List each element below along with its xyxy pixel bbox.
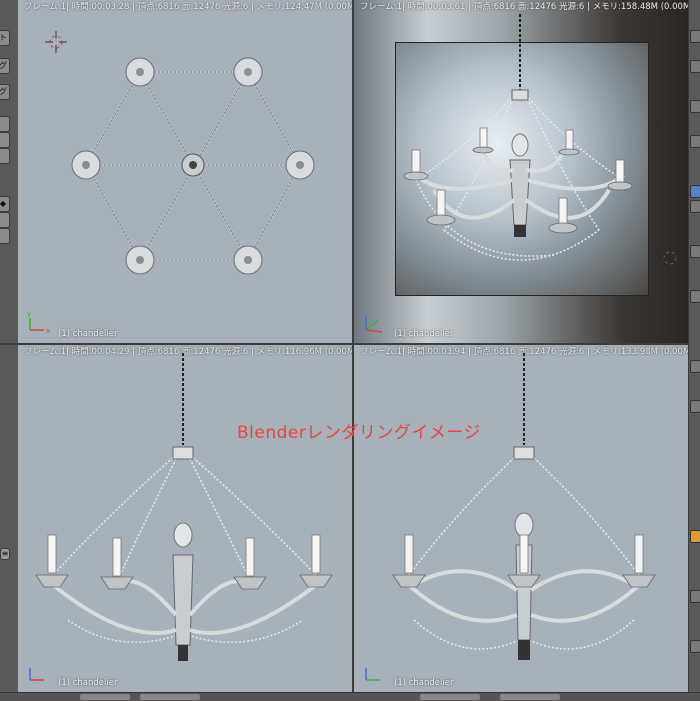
viewport-side-view[interactable]: フレーム:1| 時間:00:03.94 | 頂点:6816 面:12476 光源… (354, 345, 688, 692)
tool-button[interactable] (0, 228, 10, 244)
viewport-splitter-horizontal[interactable] (0, 343, 700, 345)
object-name-label: (1) chandelier (394, 329, 454, 339)
render-stats-header: フレーム:1| 時間:00:03.61 | 頂点:6816 面:12476 光源… (360, 2, 688, 12)
toolbar-button[interactable] (690, 60, 700, 73)
object-name-label: (1) chandelier (58, 329, 118, 339)
toolbar-button[interactable] (690, 590, 700, 603)
render-caption: Blenderレンダリングイメージ (237, 423, 482, 443)
tool-button[interactable] (0, 212, 10, 228)
viewport-splitter-vertical[interactable] (352, 0, 354, 700)
header-menu-button[interactable] (80, 694, 130, 700)
svg-text:y: y (27, 310, 31, 318)
svg-text:x: x (46, 327, 50, 335)
toolbar-button[interactable] (690, 200, 700, 213)
object-name-label: (1) chandelier (58, 678, 118, 688)
tool-button[interactable]: ト (0, 30, 10, 46)
object-name-label: (1) chandelier (394, 678, 454, 688)
left-tool-strip: ト グ グ ◆ ≡ (0, 0, 19, 700)
tool-button[interactable] (0, 148, 10, 164)
toolbar-button[interactable] (690, 135, 700, 148)
toolbar-button[interactable] (690, 360, 700, 373)
toolbar-button[interactable] (690, 100, 700, 113)
header-menu-button[interactable] (140, 694, 200, 700)
header-menu-button[interactable] (500, 694, 560, 700)
3d-cursor-icon (45, 31, 67, 53)
toolbar-button[interactable] (690, 245, 700, 258)
tool-button[interactable] (0, 132, 10, 148)
chandelier-front-view (29, 353, 333, 681)
toolbar-button[interactable] (690, 185, 700, 198)
toolbar-button[interactable] (690, 640, 700, 653)
viewport-camera-render[interactable]: フレーム:1| 時間:00:03.61 | 頂点:6816 面:12476 光源… (354, 0, 688, 343)
toolbar-button[interactable] (690, 290, 700, 303)
candle (404, 534, 644, 574)
chandelier-rendered (365, 14, 681, 333)
3d-cursor-icon (659, 247, 681, 269)
tool-button[interactable] (0, 116, 10, 132)
chandelier-top-view: x y (27, 31, 315, 335)
toolbar-button[interactable] (690, 400, 700, 413)
tool-button[interactable]: グ (0, 58, 10, 74)
viewport-top-view[interactable]: フレーム:1| 時間:00:03.28 | 頂点:6816 面:12476 光源… (18, 0, 352, 343)
stepper-button[interactable]: ◆ (0, 196, 10, 212)
header-menu-button[interactable] (420, 694, 480, 700)
viewport-front-view[interactable]: フレーム:1| 時間:00:04.29 | 頂点:6816 面:12476 光源… (18, 345, 352, 692)
tool-button[interactable]: グ (0, 84, 10, 100)
chandelier-side-view (365, 353, 656, 681)
panel-handle-icon[interactable]: ≡ (0, 548, 10, 560)
toolbar-button[interactable] (690, 30, 700, 43)
toolbar-button[interactable] (690, 530, 700, 543)
